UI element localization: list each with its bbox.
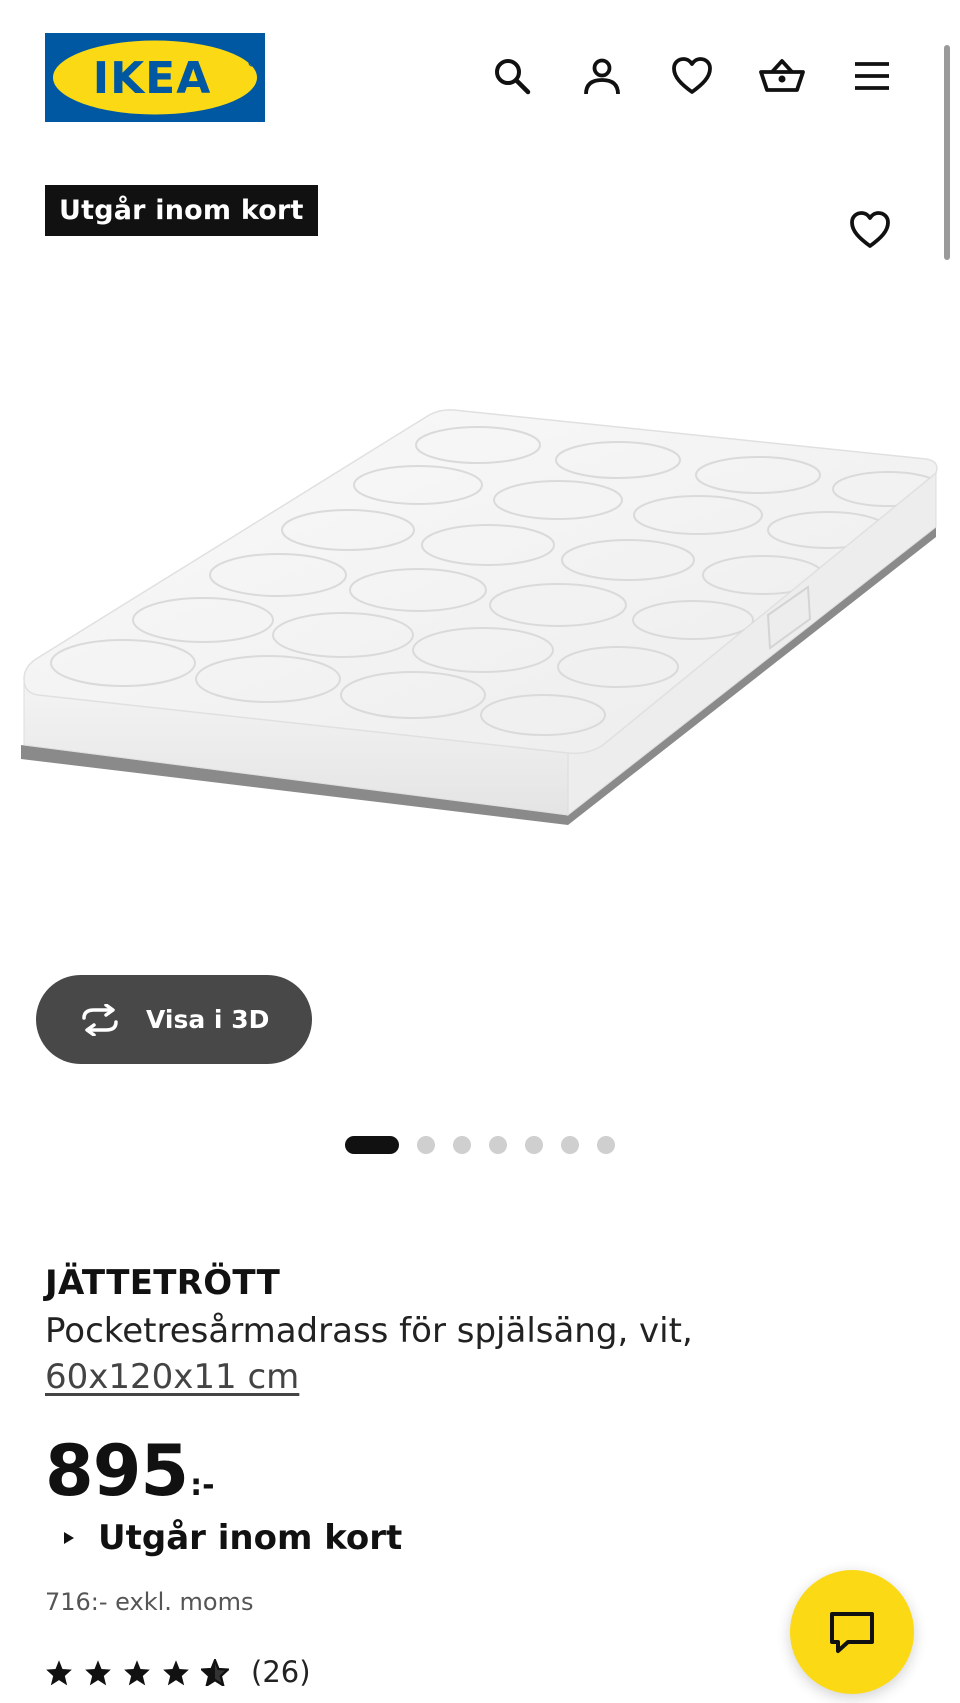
rating-stars <box>45 1658 229 1686</box>
carousel-dot[interactable] <box>453 1136 471 1154</box>
menu-icon[interactable] <box>848 52 896 100</box>
scrollbar[interactable] <box>944 45 950 260</box>
carousel-dot[interactable] <box>525 1136 543 1154</box>
heart-icon[interactable] <box>668 52 716 100</box>
caret-right-icon <box>64 1532 74 1544</box>
product-image[interactable] <box>18 405 943 965</box>
rotate-3d-icon <box>82 1003 118 1036</box>
header: IKEA <box>0 0 960 160</box>
product-description: Pocketresårmadrass för spjälsäng, vit, 6… <box>45 1308 845 1400</box>
basket-icon[interactable] <box>758 52 806 100</box>
ikea-logo[interactable]: IKEA <box>45 33 265 122</box>
product-rating[interactable]: (26) <box>45 1655 311 1689</box>
star-icon <box>163 1659 189 1685</box>
carousel-dot[interactable] <box>489 1136 507 1154</box>
carousel-dot[interactable] <box>597 1136 615 1154</box>
account-icon[interactable] <box>578 52 626 100</box>
carousel-dots <box>345 1136 615 1154</box>
star-icon <box>124 1659 150 1685</box>
half-star-icon <box>201 1658 229 1686</box>
product-description-text: Pocketresårmadrass för spjälsäng, vit, <box>45 1311 693 1351</box>
product-name: JÄTTETRÖTT <box>45 1263 281 1303</box>
product-size-link[interactable]: 60x120x11 cm <box>45 1354 845 1400</box>
price-integer: 895 <box>45 1430 189 1512</box>
star-icon <box>46 1659 72 1685</box>
carousel-dot[interactable] <box>417 1136 435 1154</box>
view-in-3d-button[interactable]: Visa i 3D <box>36 975 312 1064</box>
status-badge: Utgår inom kort <box>45 185 318 236</box>
chat-button[interactable] <box>790 1570 914 1694</box>
chat-icon <box>830 1612 874 1653</box>
svg-text:IKEA: IKEA <box>93 53 212 104</box>
carousel-dot[interactable] <box>345 1136 399 1154</box>
star-icon <box>85 1659 111 1685</box>
view-in-3d-label: Visa i 3D <box>146 1005 270 1034</box>
carousel-dot[interactable] <box>561 1136 579 1154</box>
heart-icon <box>850 211 890 248</box>
availability-toggle[interactable]: Utgår inom kort <box>62 1518 402 1558</box>
header-icons <box>488 52 896 100</box>
product-price: 895 :- <box>45 1430 215 1512</box>
availability-text: Utgår inom kort <box>98 1518 403 1558</box>
price-suffix: :- <box>190 1468 215 1503</box>
rating-count: (26) <box>251 1655 311 1689</box>
price-excl-vat: 716:- exkl. moms <box>45 1588 254 1616</box>
add-to-favourites-button[interactable] <box>845 205 895 255</box>
search-icon[interactable] <box>488 52 536 100</box>
